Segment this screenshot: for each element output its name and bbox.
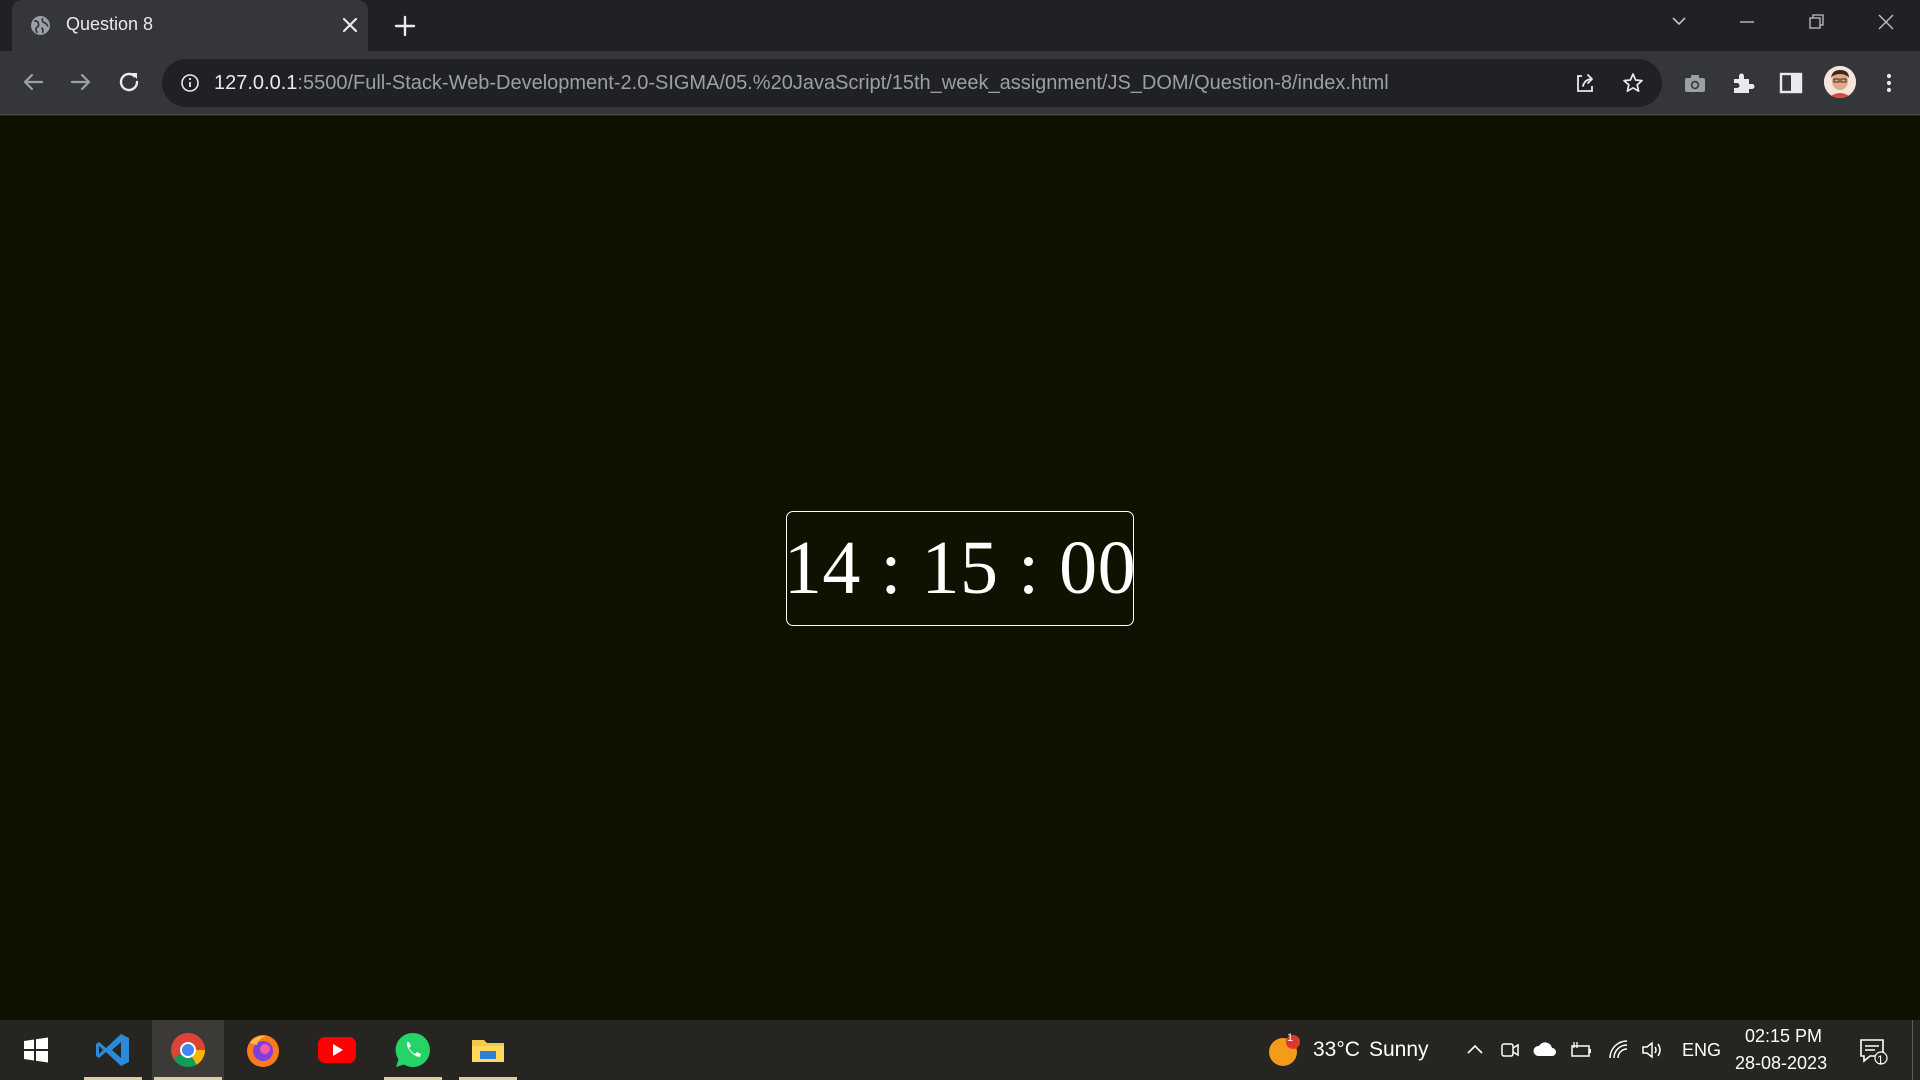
side-panel-icon[interactable]	[1778, 70, 1804, 96]
taskbar: 1 33°C Sunny ENG 02:15 PM 28-08-2023 1	[0, 1020, 1920, 1080]
chevron-up-icon[interactable]	[1463, 1038, 1487, 1062]
weather-temp[interactable]: 33°C	[1313, 1038, 1360, 1062]
language-indicator[interactable]: ENG	[1682, 1040, 1721, 1061]
speaker-icon[interactable]	[1640, 1038, 1666, 1062]
show-desktop-button[interactable]	[1912, 1020, 1913, 1080]
start-button[interactable]	[5, 1020, 67, 1080]
digital-clock: 14 : 15 : 00	[783, 511, 1137, 626]
close-window-icon[interactable]	[1866, 8, 1906, 36]
folder-icon	[472, 1040, 504, 1062]
clock-time: 14 : 15 : 00	[783, 526, 1137, 610]
sun-icon[interactable]	[1268, 1034, 1302, 1068]
windows-icon	[24, 1037, 48, 1063]
share-icon[interactable]	[1573, 71, 1597, 95]
weather-condition[interactable]: Sunny	[1369, 1038, 1429, 1062]
taskbar-youtube[interactable]	[306, 1020, 368, 1080]
arrow-right-icon[interactable]	[66, 67, 96, 97]
address-bar[interactable]: 127.0.0.1:5500/Full-Stack-Web-Developmen…	[162, 59, 1662, 107]
clock-date-tray[interactable]: 28-08-2023	[1735, 1053, 1827, 1074]
url-text[interactable]: 127.0.0.1:5500/Full-Stack-Web-Developmen…	[214, 72, 1389, 95]
info-icon[interactable]	[180, 73, 200, 93]
tab-question-8[interactable]: Question 8	[12, 0, 368, 51]
avatar[interactable]	[1824, 66, 1856, 98]
taskbar-vscode[interactable]	[82, 1020, 144, 1080]
vscode-icon	[96, 1034, 129, 1066]
tab-search-icon[interactable]	[1659, 8, 1699, 36]
cloud-icon[interactable]	[1532, 1038, 1558, 1062]
page-viewport: 14 : 15 : 00	[0, 116, 1920, 1020]
wifi-icon[interactable]	[1607, 1038, 1631, 1062]
camera-icon[interactable]	[1682, 70, 1708, 96]
arrow-left-icon[interactable]	[18, 67, 48, 97]
taskbar-firefox[interactable]	[232, 1020, 294, 1080]
clock-time-tray[interactable]: 02:15 PM	[1745, 1026, 1822, 1047]
browser-window: Question 8 127.0.0.1:5500/Full-Stack-Web…	[0, 0, 1920, 1020]
restore-icon[interactable]	[1796, 8, 1836, 36]
firefox-icon	[247, 1035, 279, 1067]
globe-icon	[31, 16, 50, 35]
battery-icon[interactable]	[1568, 1038, 1594, 1062]
whatsapp-icon	[395, 1032, 430, 1068]
weather-badge: 1	[1287, 1032, 1294, 1044]
meet-icon[interactable]	[1498, 1038, 1522, 1062]
puzzle-icon[interactable]	[1730, 70, 1756, 96]
close-icon[interactable]	[338, 13, 362, 37]
taskbar-file-explorer[interactable]	[457, 1020, 519, 1080]
url-path: :5500/Full-Stack-Web-Development-2.0-SIG…	[297, 72, 1389, 94]
url-host: 127.0.0.1	[214, 72, 298, 94]
minimize-icon[interactable]	[1727, 8, 1767, 36]
taskbar-chrome[interactable]	[152, 1020, 224, 1080]
profile-icon	[1824, 66, 1856, 98]
reload-icon[interactable]	[114, 67, 144, 97]
chrome-icon	[171, 1033, 205, 1067]
star-icon[interactable]	[1621, 71, 1645, 95]
kebab-menu-icon[interactable]	[1876, 70, 1902, 96]
taskbar-whatsapp[interactable]	[382, 1020, 444, 1080]
new-tab-button[interactable]	[390, 11, 420, 41]
notification-count: 1	[1877, 1053, 1884, 1067]
tab-strip: Question 8	[0, 0, 1920, 51]
youtube-icon	[318, 1037, 356, 1063]
tab-title: Question 8	[66, 14, 154, 34]
